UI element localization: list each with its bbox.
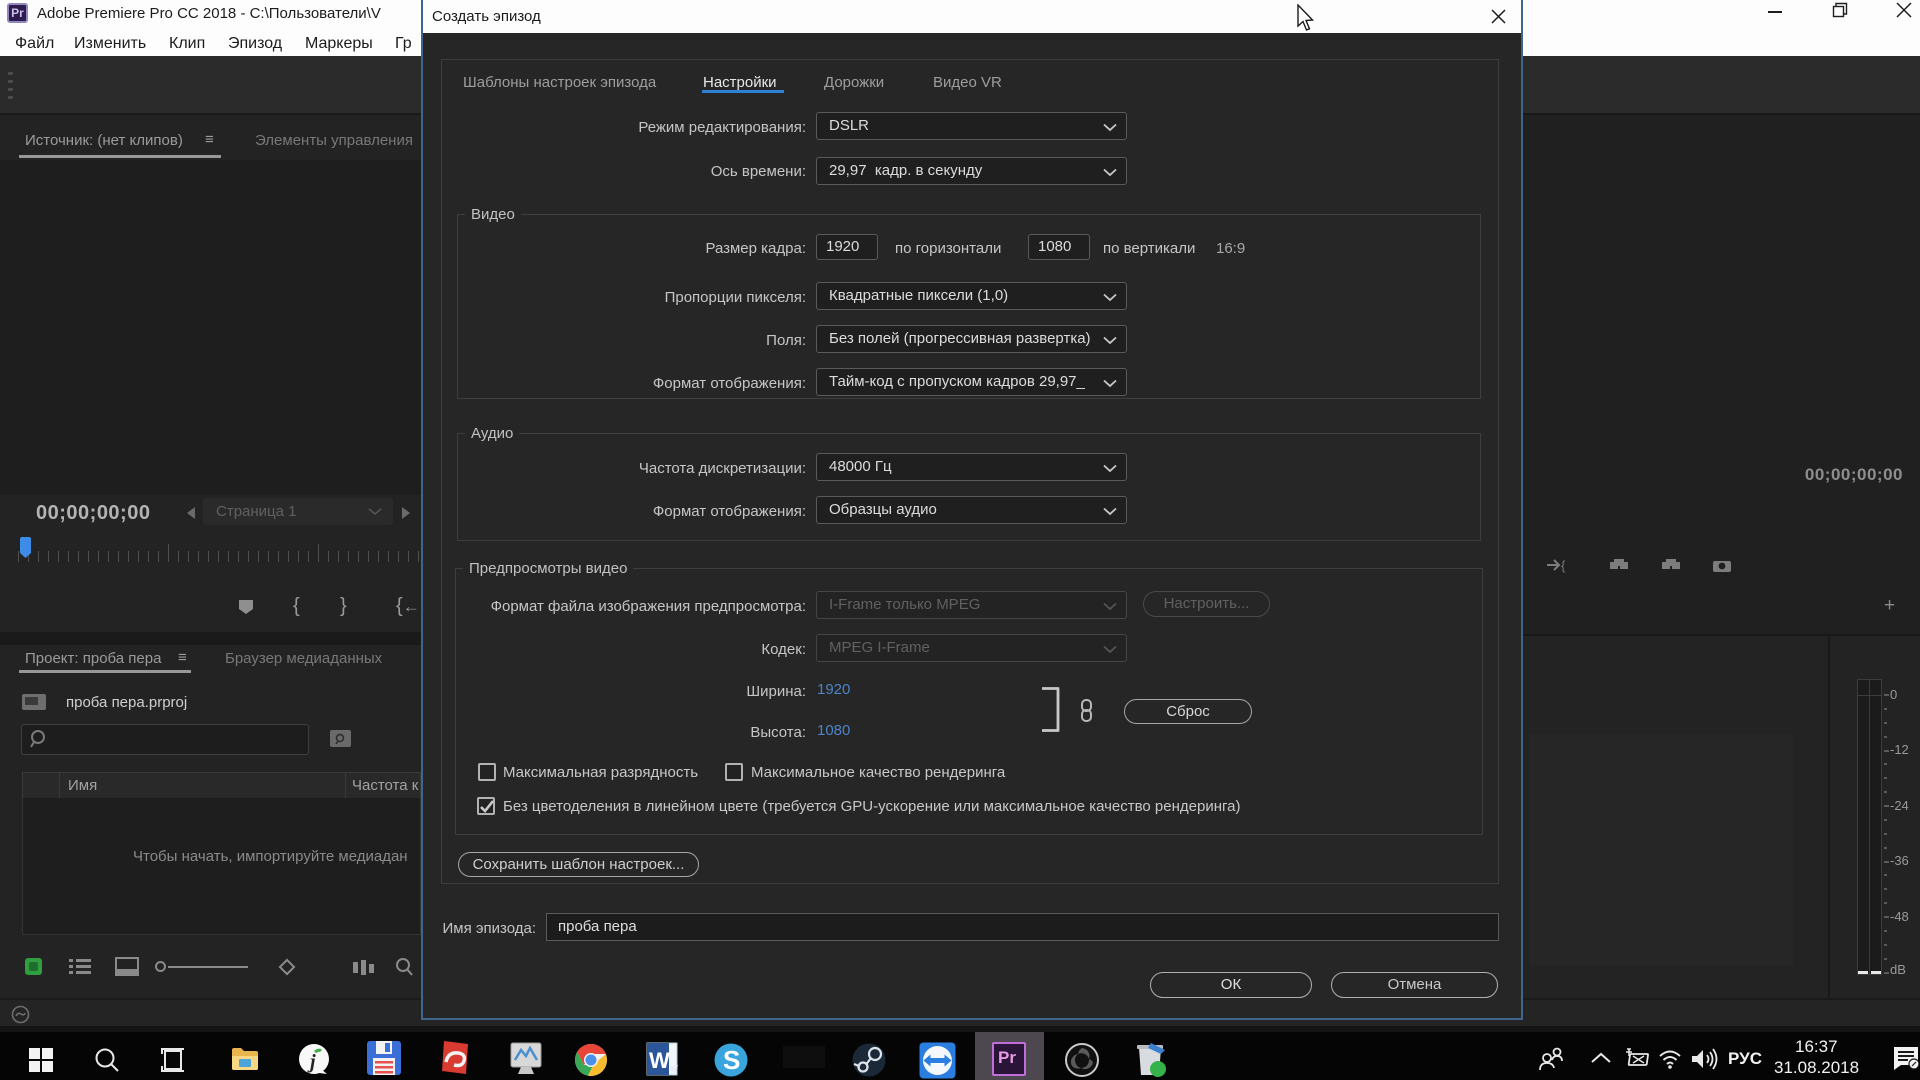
svg-text:{: { xyxy=(1561,558,1566,573)
svg-text:S: S xyxy=(723,1045,740,1075)
svg-text:W: W xyxy=(649,1048,670,1073)
